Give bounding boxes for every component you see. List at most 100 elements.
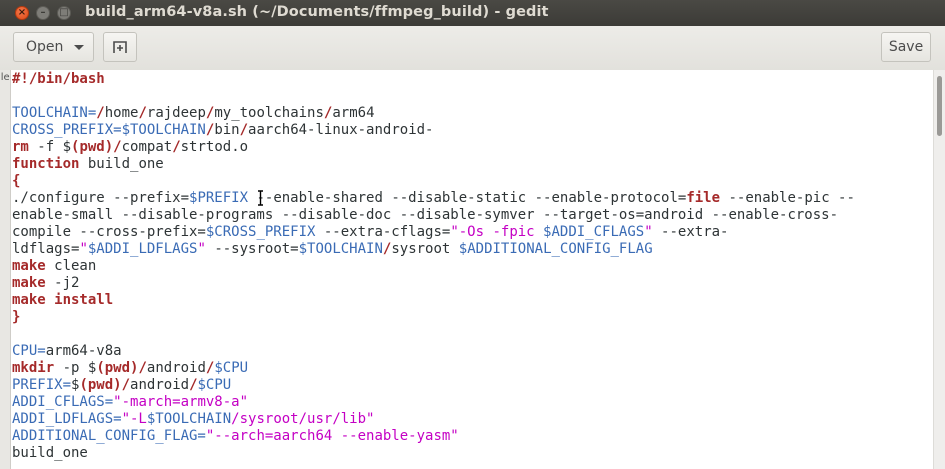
scrollbar-thumb[interactable] [937, 76, 942, 136]
code-token: rajdeep [146, 105, 206, 121]
code-token: TOOLCHAIN= [12, 105, 97, 121]
code-token: / [96, 105, 105, 121]
close-window-button[interactable]: × [15, 6, 29, 20]
code-token: -j2 [45, 275, 80, 291]
code-token: { [12, 173, 21, 189]
code-token: "--arch=aarch64 --enable-yasm" [205, 428, 459, 444]
minimize-window-button[interactable]: – [36, 6, 50, 20]
code-token: make [12, 258, 46, 274]
code-line: ADDITIONAL_CONFIG_FLAG="--arch=aarch64 -… [12, 428, 459, 445]
code-token: compat [121, 139, 173, 155]
code-token: $ADDITIONAL_CONFIG_FLAG [458, 241, 653, 257]
code-token: $ADDI_LDFLAGS [87, 241, 198, 257]
code-token: $CPU [214, 360, 249, 376]
code-token: / [113, 139, 122, 155]
code-token: $CPU [197, 377, 232, 393]
code-line: ADDI_LDFLAGS="-L$TOOLCHAIN/sysroot/usr/l… [12, 411, 374, 428]
code-token: enable-small --disable-programs --disabl… [12, 207, 839, 223]
code-token: my_toolchains [214, 105, 324, 121]
code-token: #!/bin/bash [12, 71, 105, 87]
code-token: / [121, 377, 131, 393]
save-button-label: Save [888, 39, 924, 55]
vertical-scrollbar[interactable] [933, 70, 945, 469]
code-line: { [12, 173, 20, 190]
code-token: make [12, 275, 46, 291]
code-line: ADDI_CFLAGS="-march=armv8-a" [12, 394, 248, 411]
code-line: enable-small --disable-programs --disabl… [12, 207, 838, 224]
code-token: $TOOLCHAIN [121, 122, 206, 138]
code-line: make install [12, 292, 113, 309]
code-token: $TOOLCHAIN [146, 411, 232, 427]
code-line: CPU=arm64-v8a [12, 343, 122, 360]
code-line: TOOLCHAIN=/home/rajdeep/my_toolchains/ar… [12, 105, 375, 122]
chevron-down-icon [74, 45, 84, 50]
side-pane-edge: ile [0, 70, 11, 469]
code-token: strtod.o [180, 139, 249, 155]
code-token: "-L [121, 411, 147, 427]
code-token: " [79, 241, 88, 257]
code-token: PREFIX= [12, 377, 72, 393]
code-token: " [644, 224, 653, 240]
code-token: android [130, 377, 190, 393]
code-token: $ADDI_CFLAGS [543, 224, 645, 240]
code-token: } [12, 309, 21, 325]
new-tab-button[interactable] [103, 32, 137, 62]
window-titlebar[interactable]: × – □ build_arm64-v8a.sh (~/Documents/ff… [0, 0, 945, 26]
code-token: $TOOLCHAIN [298, 241, 383, 257]
code-token: -f $ [28, 139, 72, 155]
code-token: compile --cross-prefix= [12, 224, 206, 240]
code-token: ADDITIONAL_CONFIG_FLAG= [12, 428, 206, 444]
code-token: / [172, 139, 181, 155]
code-token: home [104, 105, 139, 121]
code-token: arm64-v8a [45, 343, 122, 359]
code-token: android [146, 360, 206, 376]
code-line: ./configure --prefix=$PREFIX --enable-sh… [12, 190, 855, 207]
window-title: build_arm64-v8a.sh (~/Documents/ffmpeg_b… [85, 4, 549, 20]
code-line: } [12, 309, 20, 326]
code-token: / [138, 105, 147, 121]
code-token: ADDI_LDFLAGS= [12, 411, 122, 427]
code-line: PREFIX=$(pwd)/android/$CPU [12, 377, 231, 394]
code-token: file [686, 190, 721, 206]
code-token: mkdir [12, 360, 55, 376]
code-line: make clean [12, 258, 96, 275]
maximize-window-button[interactable]: □ [57, 6, 71, 20]
code-line: rm -f $(pwd)/compat/strtod.o [12, 139, 248, 156]
code-token: (pwd) [71, 139, 114, 155]
code-token: --enable-shared --disable-static --enabl… [248, 190, 687, 206]
code-token: sysroot [391, 241, 459, 257]
text-editor[interactable]: build_one ADDITIONAL_CONFIG_FLAG="--arch=… [11, 70, 933, 469]
code-line: CROSS_PREFIX=$TOOLCHAIN/bin/aarch64-linu… [12, 122, 433, 139]
text-cursor-icon [258, 190, 263, 206]
code-token: aarch64-linux-android- [248, 122, 434, 138]
open-button[interactable]: Open [13, 32, 94, 62]
close-icon: × [17, 7, 27, 18]
open-button-label: Open [26, 39, 64, 55]
code-token: / [239, 122, 249, 138]
code-token: "-Os -fpic [450, 224, 544, 240]
code-token: $PREFIX [189, 190, 249, 206]
code-token: --extra- [652, 224, 729, 240]
code-token: function [12, 156, 80, 172]
code-token: rm [12, 139, 29, 155]
side-pane-text: ile [0, 72, 10, 83]
code-token: -p $ [54, 360, 97, 376]
code-token: (pwd) [96, 360, 139, 376]
code-token: --enable-pic -- [720, 190, 855, 206]
code-line: #!/bin/bash [12, 71, 105, 88]
code-token: arm64 [332, 105, 375, 121]
code-token: / [138, 360, 147, 376]
code-line: build_one [12, 445, 88, 462]
code-token: --extra-cflags= [315, 224, 451, 240]
code-token: ADDI_CFLAGS= [12, 394, 114, 410]
code-token: / [189, 377, 198, 393]
code-line: mkdir -p $(pwd)/android/$CPU [12, 360, 248, 377]
minimize-icon: – [40, 7, 46, 18]
code-token: bin [214, 122, 240, 138]
code-token: /sysroot/usr/lib" [231, 411, 375, 427]
code-line: function build_one [12, 156, 164, 173]
save-button[interactable]: Save [881, 32, 931, 62]
code-token: ldflags= [12, 241, 80, 257]
code-token: "-march=armv8-a" [113, 394, 249, 410]
new-tab-icon [113, 41, 127, 53]
